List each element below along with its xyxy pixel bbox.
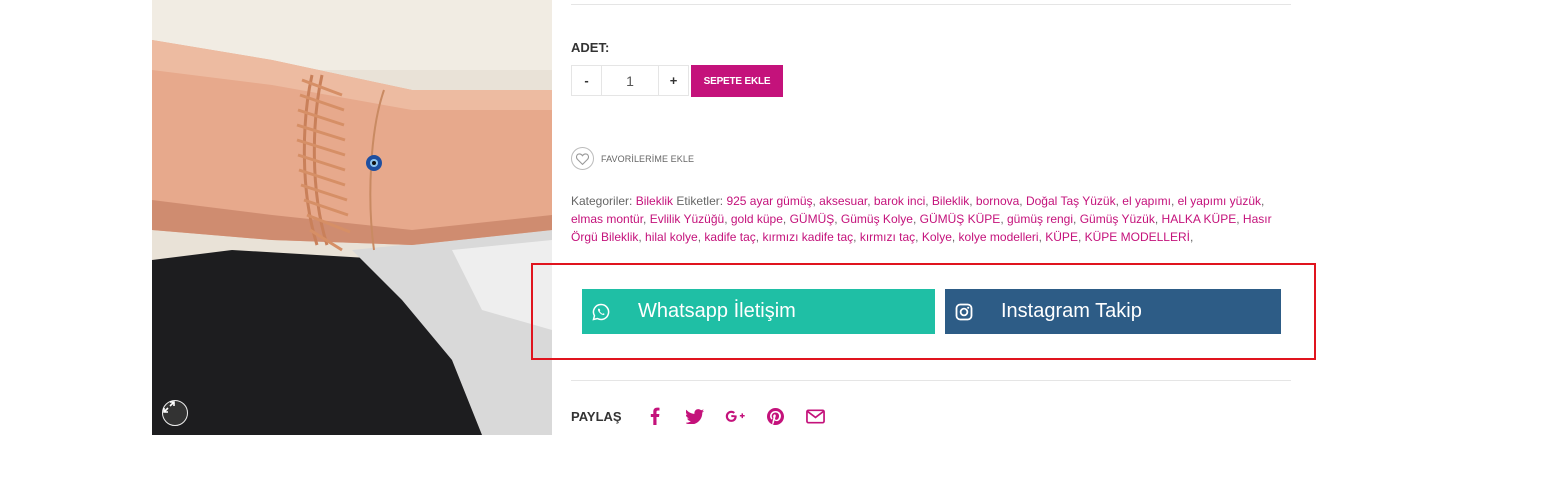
tag-link[interactable]: KÜPE MODELLERİ xyxy=(1085,230,1190,244)
add-to-favorites-link[interactable]: FAVORİLERİME EKLE xyxy=(571,147,694,170)
google-plus-icon[interactable] xyxy=(725,406,745,426)
tag-link[interactable]: kırmızı taç xyxy=(860,230,915,244)
tag-link[interactable]: el yapımı xyxy=(1122,194,1171,208)
quantity-decrease-button[interactable]: - xyxy=(572,65,601,96)
divider xyxy=(571,4,1291,5)
whatsapp-label: Whatsapp İletişim xyxy=(638,300,796,322)
tag-link[interactable]: hilal kolye xyxy=(645,230,698,244)
tag-link[interactable]: kırmızı kadife taç xyxy=(762,230,853,244)
tag-link[interactable]: el yapımı yüzük xyxy=(1178,194,1261,208)
tag-link[interactable]: gold küpe xyxy=(731,212,783,226)
whatsapp-contact-button[interactable]: Whatsapp İletişim xyxy=(582,289,935,334)
tag-link[interactable]: kolye modelleri xyxy=(959,230,1039,244)
quantity-label: ADET: xyxy=(571,40,610,55)
quantity-input[interactable]: 1 xyxy=(601,66,659,95)
instagram-label: Instagram Takip xyxy=(1001,300,1142,322)
tag-link[interactable]: aksesuar xyxy=(819,194,867,208)
tag-link[interactable]: gümüş rengi xyxy=(1007,212,1073,226)
tag-link[interactable]: barok inci xyxy=(874,194,925,208)
tag-link[interactable]: elmas montür xyxy=(571,212,643,226)
tag-link[interactable]: Doğal Taş Yüzük xyxy=(1026,194,1116,208)
quantity-increase-button[interactable]: + xyxy=(659,65,688,96)
tag-link[interactable]: kadife taç xyxy=(704,230,755,244)
twitter-icon[interactable] xyxy=(685,406,705,426)
favorites-label: FAVORİLERİME EKLE xyxy=(601,153,695,164)
instagram-icon xyxy=(954,302,974,322)
category-link[interactable]: Bileklik xyxy=(636,194,673,208)
tag-link[interactable]: GÜMÜŞ KÜPE xyxy=(920,212,1001,226)
tag-link[interactable]: GÜMÜŞ xyxy=(790,212,835,226)
zoom-button[interactable] xyxy=(162,400,188,426)
expand-icon xyxy=(163,401,175,413)
tag-link[interactable]: Gümüş Yüzük xyxy=(1080,212,1155,226)
product-image[interactable] xyxy=(152,0,552,435)
share-label: PAYLAŞ xyxy=(571,409,622,424)
share-icons xyxy=(645,406,845,426)
product-meta: Kategoriler: Bileklik Etiketler: 925 aya… xyxy=(571,194,1272,244)
tag-link[interactable]: HALKA KÜPE xyxy=(1162,212,1237,226)
bracelet-photo xyxy=(152,0,552,435)
add-to-cart-button[interactable]: SEPETE EKLE xyxy=(691,65,783,97)
tag-link[interactable]: Bileklik xyxy=(932,194,969,208)
pinterest-icon[interactable] xyxy=(765,406,785,426)
facebook-icon[interactable] xyxy=(645,406,665,426)
tag-link[interactable]: Gümüş Kolye xyxy=(841,212,913,226)
tags-label: Etiketler: xyxy=(676,194,724,208)
instagram-follow-button[interactable]: Instagram Takip xyxy=(945,289,1281,334)
heart-icon xyxy=(571,147,594,170)
categories-label: Kategoriler: xyxy=(571,194,633,208)
divider xyxy=(571,380,1291,381)
quantity-stepper: - 1 + xyxy=(571,65,689,96)
tag-link[interactable]: Evlilik Yüzüğü xyxy=(650,212,724,226)
tag-link[interactable]: KÜPE xyxy=(1045,230,1078,244)
tag-link[interactable]: Kolye xyxy=(922,230,952,244)
tag-link[interactable]: 925 ayar gümüş xyxy=(726,194,812,208)
email-icon[interactable] xyxy=(805,406,825,426)
whatsapp-icon xyxy=(591,302,611,322)
tag-link[interactable]: bornova xyxy=(976,194,1019,208)
